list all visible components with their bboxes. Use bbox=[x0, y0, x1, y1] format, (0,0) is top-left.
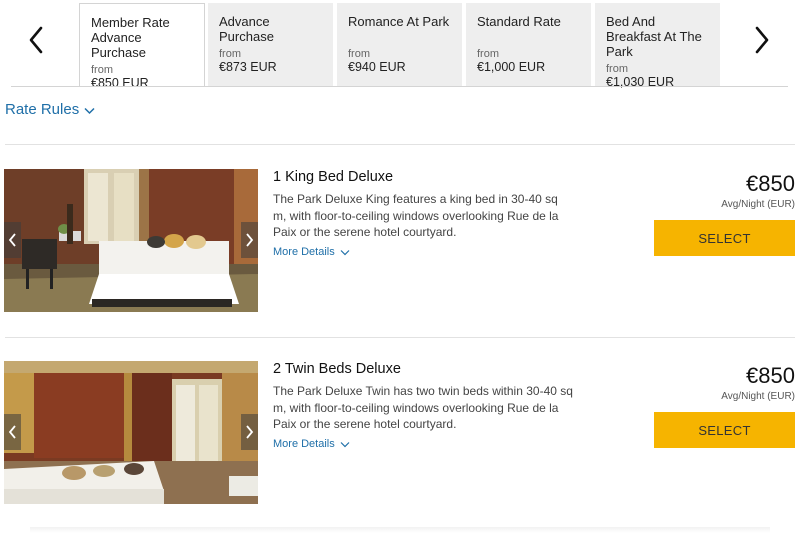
chevron-left-icon bbox=[8, 233, 16, 247]
rate-tab-from: from bbox=[91, 64, 113, 76]
rate-tab-name: Romance At Park bbox=[348, 14, 450, 29]
room-price: €850 bbox=[746, 171, 795, 196]
rate-tab-bed-and-breakfast[interactable]: Bed And Breakfast At The Park from €1,03… bbox=[595, 3, 720, 89]
room-divider bbox=[5, 337, 795, 338]
chevron-right-icon bbox=[246, 233, 254, 247]
room-description: The Park Deluxe King features a king bed… bbox=[273, 192, 559, 239]
tabs-divider bbox=[11, 86, 788, 87]
rate-tab-advance-purchase[interactable]: Advance Purchase from €873 EUR bbox=[208, 3, 333, 86]
more-details-label: More Details bbox=[273, 246, 335, 258]
chevron-right-icon bbox=[246, 425, 254, 439]
select-room-button[interactable]: SELECT bbox=[654, 412, 795, 448]
rate-tab-member-rate[interactable]: Member Rate Advance Purchase from €850 E… bbox=[79, 3, 205, 90]
rate-tab-price: €940 EUR bbox=[348, 60, 406, 74]
chevron-down-icon bbox=[84, 107, 95, 115]
rate-tab-name: Bed And Breakfast At The Park bbox=[606, 14, 702, 59]
chevron-right-icon bbox=[755, 26, 769, 54]
rate-tab-from: from bbox=[348, 48, 370, 60]
rate-tab-from: from bbox=[219, 48, 241, 60]
photo-prev-button[interactable] bbox=[4, 414, 21, 450]
room-card-king-deluxe: 1 King Bed Deluxe The Park Deluxe King f… bbox=[0, 169, 800, 319]
room-description: The Park Deluxe Twin has two twin beds w… bbox=[273, 384, 573, 431]
rate-tab-name: Standard Rate bbox=[477, 14, 561, 29]
chevron-left-icon bbox=[8, 425, 16, 439]
chevron-down-icon bbox=[340, 249, 350, 255]
photo-prev-button[interactable] bbox=[4, 222, 21, 258]
rate-tab-name: Member Rate Advance Purchase bbox=[91, 15, 170, 60]
room-price-note: Avg/Night (EUR) bbox=[721, 199, 795, 210]
room-photo-twin bbox=[4, 361, 258, 504]
room-card-twin-deluxe: 2 Twin Beds Deluxe The Park Deluxe Twin … bbox=[0, 361, 800, 511]
rate-tab-price: €873 EUR bbox=[219, 60, 277, 74]
photo-next-button[interactable] bbox=[241, 222, 258, 258]
rate-tabs: Member Rate Advance Purchase from €850 E… bbox=[79, 3, 749, 90]
rate-rules-label: Rate Rules bbox=[5, 101, 80, 118]
more-details-label: More Details bbox=[273, 438, 335, 450]
chevron-down-icon bbox=[340, 441, 350, 447]
rate-tab-romance-at-park[interactable]: Romance At Park from €940 EUR bbox=[337, 3, 462, 86]
room-price-note: Avg/Night (EUR) bbox=[721, 391, 795, 402]
room-title: 1 King Bed Deluxe bbox=[273, 169, 394, 185]
next-rates-arrow-button[interactable] bbox=[748, 20, 778, 60]
rate-tab-name: Advance Purchase bbox=[219, 14, 274, 44]
select-room-button[interactable]: SELECT bbox=[654, 220, 795, 256]
rate-tab-from: from bbox=[606, 63, 628, 75]
room-photo-king bbox=[4, 169, 258, 312]
rate-rules-toggle[interactable]: Rate Rules bbox=[5, 101, 95, 118]
rate-tab-from: from bbox=[477, 48, 499, 60]
prev-rates-arrow-button[interactable] bbox=[22, 20, 52, 60]
more-details-link[interactable]: More Details bbox=[273, 438, 350, 450]
more-details-link[interactable]: More Details bbox=[273, 246, 350, 258]
rate-tab-price: €1,000 EUR bbox=[477, 60, 546, 74]
room-price: €850 bbox=[746, 363, 795, 388]
photo-next-button[interactable] bbox=[241, 414, 258, 450]
list-bottom-fade bbox=[30, 527, 770, 533]
rate-tab-price: €850 EUR bbox=[91, 76, 149, 90]
rate-tab-standard-rate[interactable]: Standard Rate from €1,000 EUR bbox=[466, 3, 591, 86]
section-divider bbox=[5, 144, 795, 145]
room-title: 2 Twin Beds Deluxe bbox=[273, 361, 401, 377]
chevron-left-icon bbox=[29, 26, 43, 54]
